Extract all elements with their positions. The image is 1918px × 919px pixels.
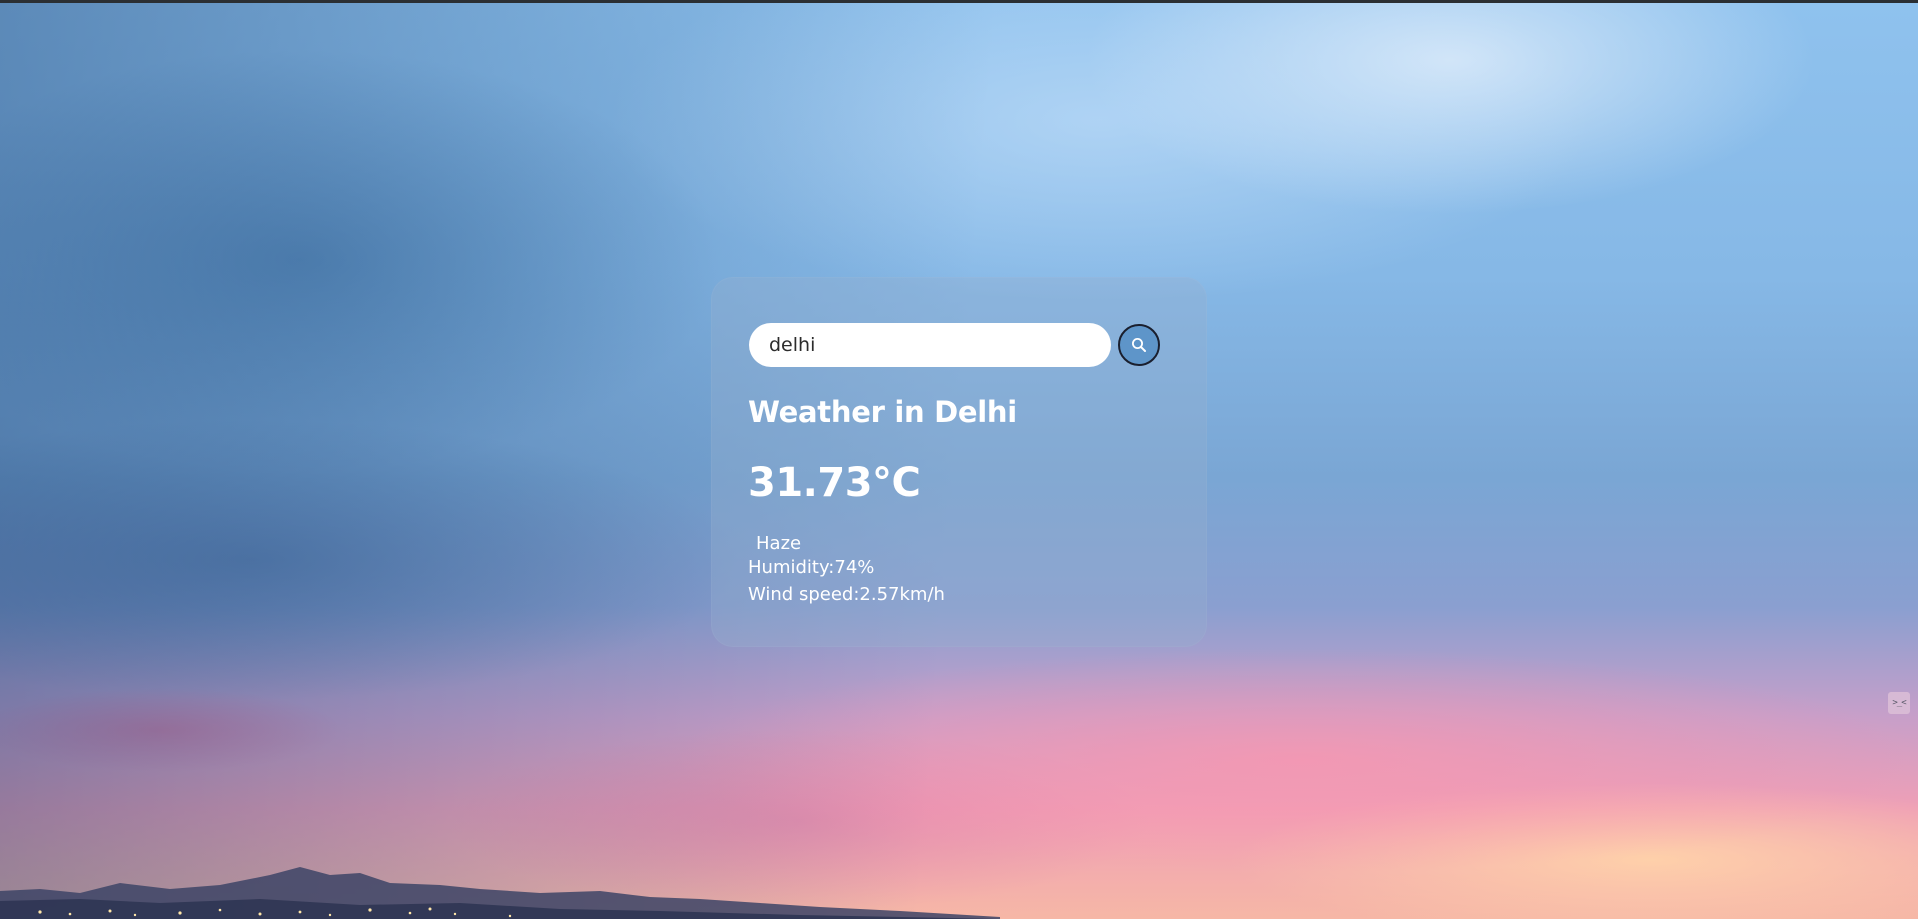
weather-description: Haze [756,532,802,554]
weather-description-row: Haze [748,530,801,556]
browser-top-edge [0,0,1918,3]
temperature: 31.73°C [748,460,921,506]
weather-card: Weather in Delhi 31.73°C Haze Humidity:7… [711,277,1207,647]
wind-speed-text: Wind speed:2.57km/h [748,584,945,605]
search-button[interactable] [1118,324,1160,366]
search-input[interactable] [749,323,1111,367]
mountain-silhouette [0,867,1000,919]
search-icon [1132,338,1146,352]
city-title: Weather in Delhi [748,395,1017,429]
extension-icon: >_< [1892,698,1906,708]
weather-icon [748,533,756,553]
humidity-text: Humidity:74% [748,557,875,578]
extension-widget[interactable]: >_< [1888,692,1910,714]
search-bar [749,323,1169,369]
